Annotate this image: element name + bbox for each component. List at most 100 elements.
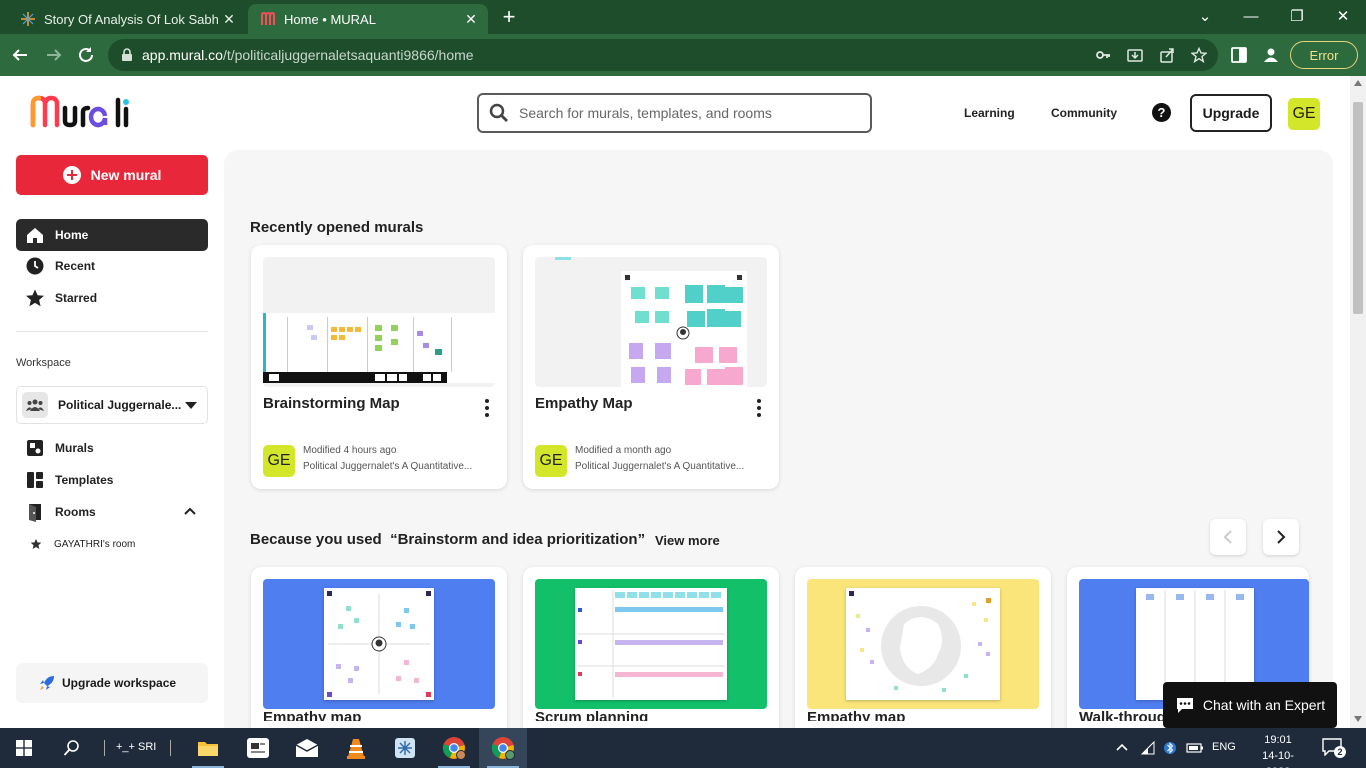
battery-icon[interactable]	[1186, 741, 1204, 755]
sidebar-item-label: Murals	[55, 441, 94, 455]
sidebar-item-label: Templates	[55, 473, 114, 487]
mural-card-empathy[interactable]: Empathy Map GE Modified a month ago Poli…	[523, 245, 779, 489]
scrollbar-thumb[interactable]	[1353, 102, 1363, 314]
sidebar-item-starred[interactable]: Starred	[16, 282, 208, 314]
share-icon[interactable]	[1159, 47, 1175, 63]
browser-tab-mural[interactable]: Home • MURAL ✕	[248, 4, 488, 34]
restore-window-icon[interactable]: ❐	[1274, 2, 1320, 30]
scroll-up-arrow-icon[interactable]	[1354, 80, 1362, 86]
template-reference: “Brainstorm and idea prioritization”	[390, 531, 646, 548]
chevron-down-icon	[185, 402, 197, 409]
wifi-icon[interactable]	[1140, 740, 1156, 756]
mail-icon[interactable]	[283, 728, 331, 768]
vlc-icon[interactable]	[332, 728, 380, 768]
tab-title: Home • MURAL	[284, 11, 376, 27]
sidebar-item-recent[interactable]: Recent	[16, 250, 208, 282]
browser-toolbar: app.mural.co/t/politicaljuggernaletsaqua…	[0, 34, 1366, 76]
template-card-scrum-planning[interactable]: Scrum planning	[523, 567, 779, 728]
mural-workspace: Political Juggernalet's A Quantitative..…	[303, 461, 473, 472]
chrome-profile-icon[interactable]	[430, 728, 478, 768]
chat-with-expert-button[interactable]: Chat with an Expert	[1163, 682, 1337, 728]
learning-link[interactable]: Learning	[964, 106, 1015, 120]
template-thumbnail	[263, 579, 495, 709]
new-tab-button[interactable]: +	[496, 6, 522, 30]
community-link[interactable]: Community	[1051, 106, 1117, 120]
workspace-selector[interactable]: Political Juggernale...	[16, 386, 208, 424]
mural-logo[interactable]	[30, 94, 132, 128]
template-card-empathy-map-2[interactable]: Empathy map	[795, 567, 1051, 728]
user-avatar[interactable]: GE	[1288, 98, 1320, 130]
search-box[interactable]	[477, 93, 872, 133]
clock-date: 14-10-2023	[1262, 750, 1294, 768]
carousel-prev-button[interactable]	[1210, 519, 1246, 555]
chevron-up-icon[interactable]	[184, 507, 196, 515]
snipping-tool-icon[interactable]	[381, 728, 429, 768]
clock-icon	[26, 257, 44, 275]
browser-error-button[interactable]: Error	[1290, 41, 1358, 69]
sidebar-item-murals[interactable]: Murals	[16, 432, 208, 464]
close-tab-icon[interactable]: ✕	[460, 8, 482, 30]
bookmark-star-icon[interactable]	[1191, 47, 1207, 63]
sidebar-item-label: Recent	[55, 259, 96, 273]
star-icon	[26, 289, 44, 307]
sidebar-item-rooms[interactable]: Rooms	[16, 496, 208, 528]
language-indicator[interactable]: ENG	[1212, 741, 1236, 753]
notification-count: 2	[1334, 746, 1346, 758]
rooms-icon	[29, 504, 41, 522]
search-input[interactable]	[519, 105, 839, 121]
close-tab-icon[interactable]: ✕	[218, 8, 240, 30]
page-scrollbar[interactable]	[1350, 76, 1366, 728]
recent-murals-heading: Recently opened murals	[250, 219, 424, 236]
sidebar-room-gayathri[interactable]: GAYATHRI's room	[16, 532, 208, 556]
chevron-left-icon	[1223, 530, 1232, 544]
owner-avatar: GE	[535, 445, 567, 477]
forward-arrow-icon[interactable]	[42, 43, 66, 67]
sidebar-item-label: Rooms	[55, 505, 96, 519]
carousel-next-button[interactable]	[1263, 519, 1299, 555]
side-panel-icon[interactable]	[1230, 46, 1248, 64]
taskbar-divider	[104, 740, 105, 756]
because-prefix: Because you used	[250, 531, 382, 548]
template-thumbnail	[807, 579, 1039, 709]
address-bar[interactable]: app.mural.co/t/politicaljuggernaletsaqua…	[108, 39, 1218, 71]
main-content-panel: Recently opened murals Brainstorming Map	[224, 150, 1333, 728]
windows-start-icon[interactable]	[0, 728, 48, 768]
browser-tab-story[interactable]: Story Of Analysis Of Lok Sabha E ✕	[8, 4, 246, 34]
tab-search-chevron-icon[interactable]: ⌄	[1182, 2, 1228, 30]
minimize-window-icon[interactable]: —	[1228, 2, 1274, 30]
more-options-icon[interactable]	[755, 399, 763, 419]
view-more-link[interactable]: View more	[655, 533, 720, 548]
more-options-icon[interactable]	[483, 399, 491, 419]
sidebar-item-templates[interactable]: Templates	[16, 464, 208, 496]
recommendations-heading: Because you used “Brainstorm and idea pr…	[250, 531, 645, 548]
chrome-active-icon[interactable]	[479, 728, 527, 768]
new-mural-label: New mural	[90, 167, 162, 183]
new-mural-button[interactable]: New mural	[16, 155, 208, 195]
news-app-icon[interactable]	[234, 728, 282, 768]
back-arrow-icon[interactable]	[8, 43, 32, 67]
profile-icon[interactable]	[1262, 46, 1280, 64]
chevron-right-icon	[1277, 530, 1286, 544]
notification-center-icon[interactable]: 2	[1322, 738, 1346, 758]
scroll-down-arrow-icon[interactable]	[1354, 716, 1362, 722]
rocket-icon	[40, 676, 54, 690]
system-clock[interactable]: 19:01 14-10-2023	[1250, 732, 1306, 768]
help-icon[interactable]: ?	[1152, 103, 1171, 122]
chevron-up-icon[interactable]	[1116, 743, 1128, 751]
template-name: Empathy map	[263, 709, 362, 721]
mural-card-brainstorming[interactable]: Brainstorming Map GE Modified 4 hours ag…	[251, 245, 507, 489]
close-window-icon[interactable]: ✕	[1320, 2, 1366, 30]
workspace-heading: Workspace	[16, 357, 71, 369]
upgrade-button[interactable]: Upgrade	[1190, 94, 1272, 132]
taskbar-search-text[interactable]: +_+ SRI	[116, 741, 156, 753]
sidebar-item-home[interactable]: Home	[16, 219, 208, 251]
bluetooth-icon[interactable]	[1164, 739, 1176, 757]
reload-icon[interactable]	[74, 43, 98, 67]
file-explorer-icon[interactable]	[184, 728, 232, 768]
template-card-empathy-map[interactable]: Empathy map	[251, 567, 507, 728]
upgrade-workspace-button[interactable]: Upgrade workspace	[16, 663, 208, 703]
taskbar-search-icon[interactable]	[48, 728, 96, 768]
templates-icon	[27, 472, 43, 488]
key-icon[interactable]	[1095, 47, 1111, 63]
install-app-icon[interactable]	[1127, 47, 1143, 63]
